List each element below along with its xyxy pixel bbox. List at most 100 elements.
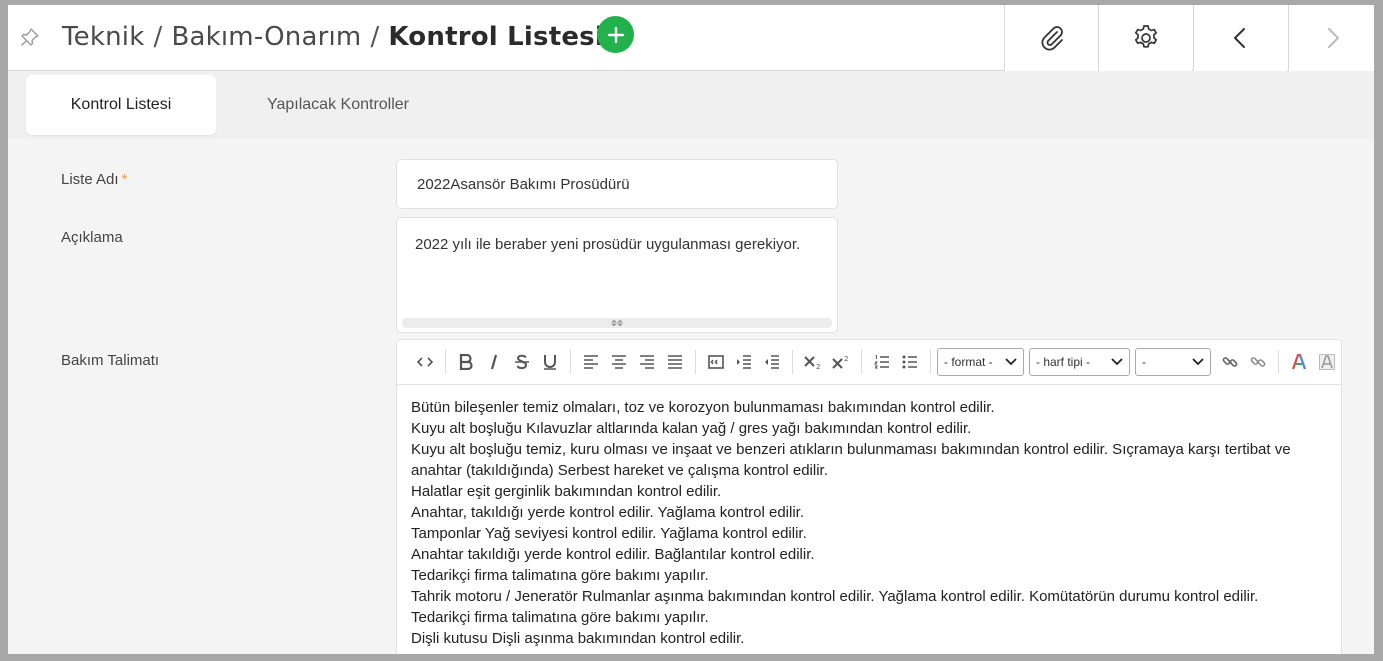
breadcrumb: Teknik / Bakım-Onarım / Kontrol Listesi	[62, 17, 604, 57]
toolbar-divider	[792, 350, 793, 374]
align-justify-icon	[668, 355, 682, 369]
source-code-button[interactable]	[411, 348, 439, 376]
align-center-button[interactable]	[605, 348, 633, 376]
breadcrumb-separator: /	[153, 22, 163, 52]
breadcrumb-item-teknik[interactable]: Teknik	[62, 22, 144, 52]
bold-icon	[459, 354, 473, 370]
link-button[interactable]	[1216, 348, 1244, 376]
settings-button[interactable]	[1098, 5, 1192, 71]
editor-line: Kuyu alt boşluğu Kılavuzlar altlarında k…	[411, 420, 972, 437]
form-panel: Liste Adı * 2022Asansör Bakımı Prosüdürü …	[8, 139, 1374, 654]
align-right-icon	[640, 355, 654, 369]
chevron-left-icon	[1233, 28, 1245, 48]
editor-line: Bütün bileşenler temiz olmaları, toz ve …	[411, 399, 995, 416]
tab-bar: Kontrol Listesi Yapılacak Kontroller	[8, 71, 1374, 139]
size-select-value: -	[1142, 355, 1146, 369]
underline-icon	[544, 355, 556, 370]
format-select-value: - format -	[944, 355, 993, 369]
chevron-right-icon	[1327, 28, 1339, 48]
editor-line: Halatlar eşit gerginlik bakımından kontr…	[411, 483, 722, 500]
blockquote-button[interactable]	[702, 348, 730, 376]
text-color-icon	[1291, 354, 1307, 370]
toolbar-divider	[930, 350, 931, 374]
resize-arrows-icon	[611, 319, 623, 327]
editor-line: Anahtar takıldığı yerde kontrol edilir. …	[411, 546, 815, 563]
format-select[interactable]: - format -	[937, 348, 1024, 376]
editor-line: Tahrik motoru / Jeneratör Rulmanlar aşın…	[411, 588, 1259, 605]
align-center-icon	[612, 355, 626, 369]
chevron-down-icon	[1192, 358, 1204, 366]
plus-icon	[607, 26, 624, 43]
subscript-icon: 2	[804, 356, 820, 370]
toolbar-divider	[1278, 350, 1279, 374]
next-button[interactable]	[1288, 5, 1374, 71]
editor-line: Tedarikçi firma talimatına göre bakımı y…	[411, 609, 709, 626]
editor-line: Tamponlar Yağ seviyesi kontrol edilir. Y…	[411, 525, 807, 542]
add-button[interactable]	[597, 16, 634, 53]
underline-button[interactable]	[536, 348, 564, 376]
unlink-button[interactable]	[1244, 348, 1272, 376]
align-right-button[interactable]	[633, 348, 661, 376]
editor-content[interactable]: Bütün bileşenler temiz olmaları, toz ve …	[397, 385, 1341, 654]
svg-text:2: 2	[844, 355, 848, 363]
chevron-down-icon	[1111, 358, 1123, 366]
pin-icon[interactable]	[20, 27, 40, 47]
instruction-label: Bakım Talimatı	[61, 352, 160, 369]
description-text: 2022 yılı ile beraber yeni prosüdür uygu…	[415, 236, 801, 253]
toolbar-divider	[861, 350, 862, 374]
strikethrough-icon	[515, 354, 529, 370]
outdent-icon	[765, 355, 779, 369]
page-title: Kontrol Listesi	[388, 22, 604, 52]
blockquote-icon	[708, 355, 724, 369]
editor-line: Dişli kutusu Dişli aşınma bakımından kon…	[411, 630, 745, 647]
strikethrough-button[interactable]	[508, 348, 536, 376]
toolbar-divider	[695, 350, 696, 374]
app-window: Teknik / Bakım-Onarım / Kontrol Listesi	[8, 5, 1374, 654]
breadcrumb-item-bakim-onarim[interactable]: Bakım-Onarım	[171, 22, 361, 52]
tab-kontrol-listesi[interactable]: Kontrol Listesi	[26, 75, 216, 135]
previous-button[interactable]	[1193, 5, 1287, 71]
unordered-list-icon	[902, 355, 917, 369]
superscript-button[interactable]: 2	[827, 348, 855, 376]
breadcrumb-separator: /	[370, 22, 380, 52]
unlink-icon	[1250, 357, 1266, 367]
toolbar-divider	[445, 350, 446, 374]
font-select-value: - harf tipi -	[1036, 355, 1091, 369]
align-left-icon	[584, 355, 598, 369]
list-name-input[interactable]: 2022Asansör Bakımı Prosüdürü	[396, 159, 838, 209]
align-justify-button[interactable]	[661, 348, 689, 376]
description-label: Açıklama	[61, 229, 123, 246]
size-select[interactable]: -	[1135, 348, 1211, 376]
description-textarea[interactable]: 2022 yılı ile beraber yeni prosüdür uygu…	[396, 217, 838, 333]
ordered-list-icon	[874, 355, 889, 369]
indent-button[interactable]	[730, 348, 758, 376]
unordered-list-button[interactable]	[896, 348, 924, 376]
tab-yapilacak-kontroller[interactable]: Yapılacak Kontroller	[238, 75, 438, 135]
link-icon	[1222, 357, 1238, 367]
attach-button[interactable]	[1004, 5, 1098, 71]
list-name-label-text: Liste Adı	[61, 171, 119, 188]
italic-icon	[490, 354, 498, 370]
toolbar-divider	[570, 350, 571, 374]
page-header: Teknik / Bakım-Onarım / Kontrol Listesi	[8, 5, 1374, 71]
superscript-icon: 2	[832, 355, 848, 369]
background-color-icon	[1319, 354, 1335, 370]
italic-button[interactable]	[480, 348, 508, 376]
editor-toolbar: 2 2 - format - - harf tipi - -	[397, 340, 1341, 385]
align-left-button[interactable]	[577, 348, 605, 376]
resize-handle[interactable]	[402, 318, 832, 328]
outdent-button[interactable]	[758, 348, 786, 376]
text-color-button[interactable]	[1285, 348, 1313, 376]
rich-text-editor: 2 2 - format - - harf tipi - - Bütün bil…	[396, 339, 1342, 654]
subscript-button[interactable]: 2	[799, 348, 827, 376]
bold-button[interactable]	[452, 348, 480, 376]
background-color-button[interactable]	[1313, 348, 1341, 376]
code-icon	[417, 357, 433, 367]
paperclip-icon	[1041, 26, 1063, 51]
list-name-label: Liste Adı *	[61, 171, 127, 188]
svg-text:2: 2	[816, 363, 820, 370]
font-select[interactable]: - harf tipi -	[1029, 348, 1130, 376]
editor-line: Anahtar, takıldığı yerde kontrol edilir.…	[411, 504, 804, 521]
editor-line: Kuyu alt boşluğu temiz, kuru olması ve i…	[411, 441, 1291, 479]
ordered-list-button[interactable]	[868, 348, 896, 376]
